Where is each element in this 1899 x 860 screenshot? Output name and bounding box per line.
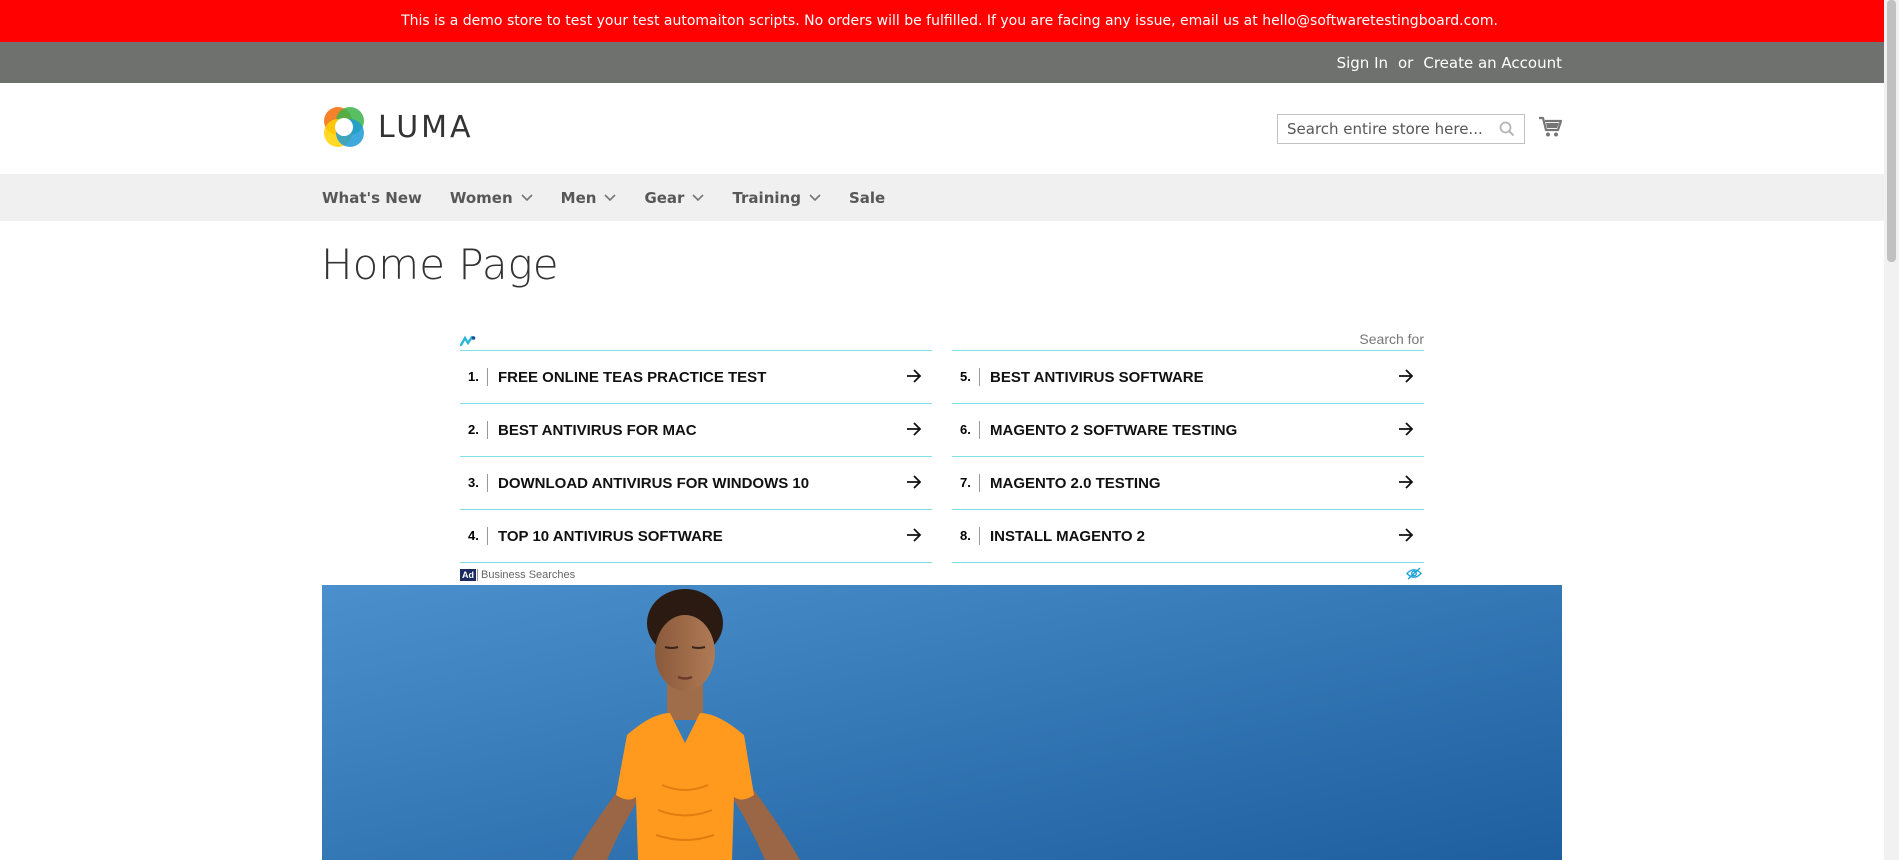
- arrow-right-icon: [1399, 475, 1414, 489]
- ad-item-number: 3.: [460, 474, 488, 492]
- ad-search-item[interactable]: 2. BEST ANTIVIRUS FOR MAC: [460, 403, 932, 456]
- ad-badge: Ad: [460, 568, 476, 581]
- ad-search-item[interactable]: 3. DOWNLOAD ANTIVIRUS FOR WINDOWS 10: [460, 456, 932, 509]
- scrollbar-thumb[interactable]: [1887, 0, 1896, 262]
- arrow-right-icon: [1399, 422, 1414, 436]
- nav-item-label: Men: [560, 188, 597, 207]
- create-account-link[interactable]: Create an Account: [1423, 54, 1562, 72]
- site-header: LUMA: [0, 83, 1899, 174]
- ad-search-block: Search for 1. FREE ONLINE TEAS PRACTICE …: [459, 328, 1424, 581]
- main-nav: What's New Women Men Gear Training Sale: [0, 174, 1899, 221]
- ad-item-number: 2.: [460, 421, 488, 439]
- luma-logo[interactable]: LUMA: [322, 105, 474, 149]
- logo-text: LUMA: [378, 109, 474, 145]
- ad-item-number: 6.: [952, 421, 980, 439]
- top-header-bar: Sign In or Create an Account: [0, 42, 1899, 83]
- ad-item-text: BEST ANTIVIRUS SOFTWARE: [990, 368, 1204, 386]
- nav-item-whats-new[interactable]: What's New: [322, 189, 422, 207]
- ad-column-left: 1. FREE ONLINE TEAS PRACTICE TEST 2. BES…: [460, 350, 932, 563]
- chevron-down-icon: [692, 193, 705, 201]
- arrow-right-icon: [907, 422, 922, 436]
- nav-item-gear[interactable]: Gear: [644, 188, 705, 207]
- ad-item-number: 7.: [952, 474, 980, 492]
- nav-item-label: Gear: [644, 188, 685, 207]
- nav-item-sale[interactable]: Sale: [849, 189, 885, 207]
- account-links: Sign In or Create an Account: [1337, 42, 1562, 83]
- nav-item-label: Sale: [848, 188, 886, 207]
- page-title: Home Page: [321, 240, 559, 289]
- nav-item-women[interactable]: Women: [450, 189, 533, 207]
- search-icon[interactable]: [1499, 121, 1515, 141]
- ad-item-number: 1.: [460, 368, 488, 386]
- chevron-down-icon: [604, 193, 617, 201]
- ad-search-item[interactable]: 8. INSTALL MAGENTO 2: [952, 509, 1424, 563]
- chevron-down-icon: [521, 193, 533, 201]
- ad-search-item[interactable]: 6. MAGENTO 2 SOFTWARE TESTING: [952, 403, 1424, 456]
- ad-search-item[interactable]: 5. BEST ANTIVIRUS SOFTWARE: [952, 350, 1424, 403]
- demo-notice-banner: This is a demo store to test your test a…: [0, 0, 1899, 42]
- ad-item-number: 4.: [460, 527, 488, 545]
- ad-item-text: INSTALL MAGENTO 2: [990, 527, 1146, 545]
- page-scrollbar[interactable]: [1884, 0, 1899, 860]
- ad-item-number: 5.: [952, 368, 980, 386]
- demo-notice-text: This is a demo store to test your test a…: [401, 13, 1498, 29]
- ad-item-number: 8.: [952, 527, 980, 545]
- or-separator: or: [1398, 53, 1414, 72]
- ad-search-item[interactable]: 4. TOP 10 ANTIVIRUS SOFTWARE: [460, 509, 932, 563]
- chevron-down-icon: [809, 193, 821, 201]
- ad-header: Search for: [459, 328, 1424, 351]
- hero-banner-image[interactable]: [322, 585, 1562, 860]
- arrow-right-icon: [907, 369, 922, 383]
- arrow-right-icon: [907, 475, 922, 489]
- ad-provider-icon: [459, 332, 476, 351]
- ad-search-item[interactable]: 7. MAGENTO 2.0 TESTING: [952, 456, 1424, 509]
- nav-item-label: What's New: [322, 188, 422, 207]
- ad-column-right: 5. BEST ANTIVIRUS SOFTWARE 6. MAGENTO 2 …: [952, 350, 1424, 563]
- ad-item-text: MAGENTO 2.0 TESTING: [990, 474, 1161, 492]
- nav-menu: What's New Women Men Gear Training Sale: [322, 174, 913, 221]
- hero-yoga-woman-image: [322, 585, 1562, 860]
- arrow-right-icon: [1399, 528, 1414, 542]
- luma-logo-icon: [324, 107, 364, 147]
- search-input[interactable]: [1278, 115, 1497, 143]
- ad-footer-text: Business Searches: [477, 568, 576, 581]
- ad-item-text: DOWNLOAD ANTIVIRUS FOR WINDOWS 10: [498, 474, 810, 492]
- arrow-right-icon: [907, 528, 922, 542]
- ad-search-item[interactable]: 1. FREE ONLINE TEAS PRACTICE TEST: [460, 350, 932, 403]
- ad-item-text: FREE ONLINE TEAS PRACTICE TEST: [498, 368, 767, 386]
- cart-icon[interactable]: [1538, 116, 1563, 142]
- ad-footer: Ad Business Searches: [460, 564, 1424, 581]
- ad-item-text: TOP 10 ANTIVIRUS SOFTWARE: [498, 527, 723, 545]
- ad-item-text: BEST ANTIVIRUS FOR MAC: [498, 421, 697, 439]
- nav-item-label: Women: [449, 188, 513, 207]
- nav-item-men[interactable]: Men: [561, 189, 617, 207]
- sign-in-link[interactable]: Sign In: [1337, 54, 1388, 72]
- nav-item-training[interactable]: Training: [732, 188, 821, 207]
- nav-item-label: Training: [732, 188, 801, 207]
- search-box: [1277, 114, 1525, 144]
- search-for-label: Search for: [1359, 331, 1424, 347]
- hide-ad-icon[interactable]: [1406, 565, 1422, 584]
- arrow-right-icon: [1399, 369, 1414, 383]
- ad-item-text: MAGENTO 2 SOFTWARE TESTING: [990, 421, 1238, 439]
